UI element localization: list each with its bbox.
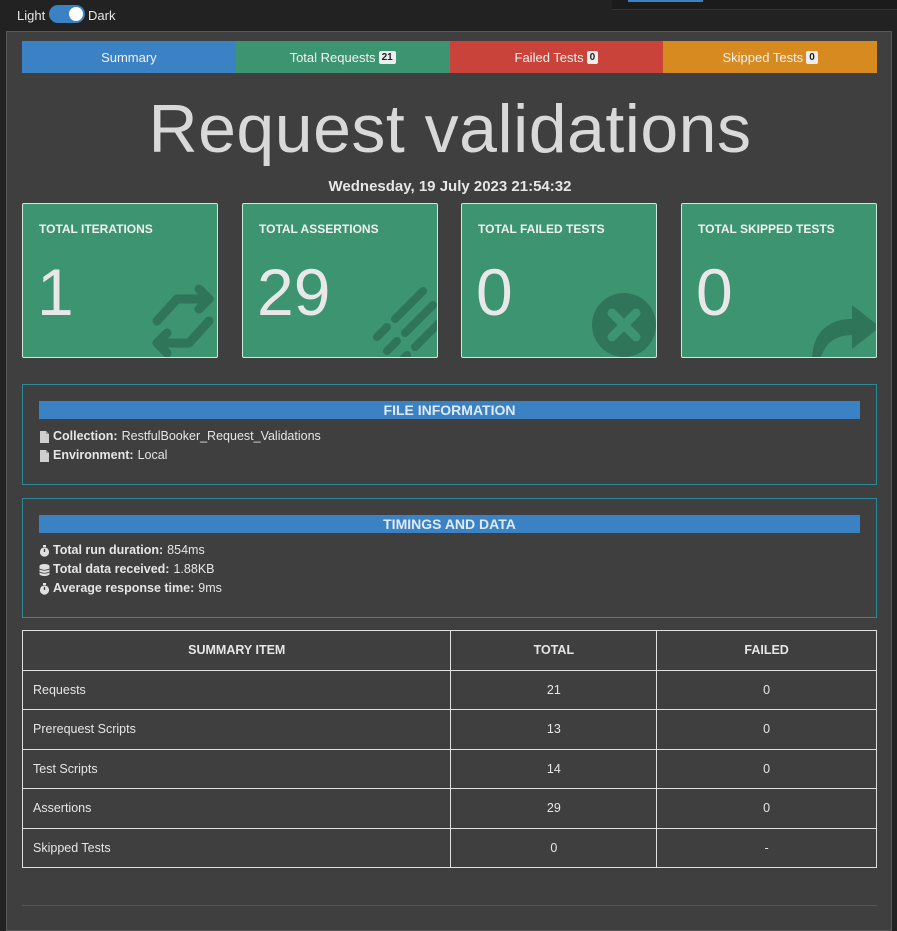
table-row: Requests 21 0 (21, 669, 877, 710)
refresh-icon (152, 284, 214, 357)
card-total-skipped-tests: TOTAL SKIPPED TESTS 0 (681, 203, 877, 358)
database-icon (39, 563, 50, 576)
nav-strip (612, 0, 897, 10)
times-circle-icon (592, 293, 656, 357)
row-item: Requests (21, 669, 452, 710)
collection-label: Collection: (53, 429, 118, 443)
row-item: Prerequest Scripts (21, 709, 452, 750)
tab-summary-label: Summary (101, 49, 157, 65)
card-total-assertions: TOTAL ASSERTIONS 29 (242, 203, 438, 358)
page-title: Request validations (148, 91, 752, 167)
row-item: Test Scripts (21, 748, 452, 789)
tab-summary[interactable]: Summary (22, 41, 236, 73)
collection-value: RestfulBooker_Request_Validations (121, 429, 321, 443)
avg-response-row: Average response time: 9ms (39, 579, 876, 598)
card-total-iterations: TOTAL ITERATIONS 1 (22, 203, 218, 358)
stopwatch-icon (39, 582, 50, 595)
row-total: 21 (450, 669, 658, 710)
timings-heading: TIMINGS AND DATA (39, 515, 860, 533)
total-header: TOTAL (450, 630, 658, 671)
list-check-icon (373, 287, 437, 357)
data-received-label: Total data received: (53, 562, 170, 576)
top-bar: Light Dark (0, 0, 897, 30)
table-row: Skipped Tests 0 - (21, 827, 877, 868)
table-row: Test Scripts 14 0 (21, 748, 877, 789)
avg-response-value: 9ms (198, 581, 222, 595)
row-item: Assertions (21, 788, 452, 829)
row-total: 0 (450, 827, 658, 868)
tab-total-requests[interactable]: Total Requests 21 (235, 41, 450, 73)
row-total: 29 (450, 788, 658, 829)
summary-header-row: SUMMARY ITEM TOTAL FAILED (21, 630, 877, 671)
row-failed: 0 (656, 669, 877, 710)
card-label: TOTAL ASSERTIONS (259, 222, 379, 236)
share-arrow-icon (812, 305, 876, 357)
card-value: 29 (257, 255, 331, 329)
table-row: Prerequest Scripts 13 0 (21, 709, 877, 750)
file-icon (40, 449, 49, 462)
row-failed: 0 (656, 709, 877, 750)
row-total: 13 (450, 709, 658, 750)
card-value: 0 (476, 255, 513, 329)
toggle-knob (69, 7, 83, 21)
tab-skipped-tests[interactable]: Skipped Tests 0 (663, 41, 877, 73)
tab-bar: Summary Total Requests 21 Failed Tests 0… (22, 41, 877, 73)
report-panel: Summary Total Requests 21 Failed Tests 0… (6, 31, 892, 931)
duration-row: Total run duration: 854ms (39, 541, 876, 560)
card-total-failed-tests: TOTAL FAILED TESTS 0 (461, 203, 657, 358)
card-label: TOTAL FAILED TESTS (478, 222, 605, 236)
tab-failed-tests[interactable]: Failed Tests 0 (449, 41, 664, 73)
theme-dark-label: Dark (88, 8, 116, 23)
table-row: Assertions 29 0 (21, 788, 877, 829)
card-value: 1 (37, 255, 74, 329)
nav-active-segment (628, 0, 703, 2)
tab-total-requests-label: Total Requests (289, 49, 376, 65)
environment-value: Local (137, 448, 168, 462)
duration-label: Total run duration: (53, 543, 164, 557)
collection-row: Collection: RestfulBooker_Request_Valida… (39, 427, 876, 446)
environment-label: Environment: (53, 448, 134, 462)
failed-header: FAILED (656, 630, 877, 671)
card-label: TOTAL ITERATIONS (39, 222, 153, 236)
row-failed: 0 (656, 788, 877, 829)
report-date: Wednesday, 19 July 2023 21:54:32 (328, 178, 572, 195)
row-item: Skipped Tests (21, 827, 452, 868)
total-requests-badge: 21 (378, 50, 396, 64)
environment-row: Environment: Local (39, 446, 876, 465)
data-received-value: 1.88KB (173, 562, 215, 576)
data-received-row: Total data received: 1.88KB (39, 560, 876, 579)
timings-and-data-box: TIMINGS AND DATA Total run duration: 854… (22, 498, 877, 618)
theme-light-label: Light (17, 8, 46, 23)
tab-skipped-tests-label: Skipped Tests (722, 49, 804, 65)
file-information-box: FILE INFORMATION Collection: RestfulBook… (22, 384, 877, 485)
file-icon (40, 430, 49, 443)
row-failed: 0 (656, 748, 877, 789)
summary-item-header: SUMMARY ITEM (21, 630, 452, 671)
card-value: 0 (696, 255, 733, 329)
avg-response-label: Average response time: (53, 581, 195, 595)
tab-failed-tests-label: Failed Tests (514, 49, 584, 65)
card-label: TOTAL SKIPPED TESTS (698, 222, 835, 236)
summary-table: SUMMARY ITEM TOTAL FAILED Requests 21 0 … (21, 630, 877, 868)
duration-value: 854ms (167, 543, 205, 557)
row-total: 14 (450, 748, 658, 789)
skipped-tests-badge: 0 (806, 50, 818, 64)
divider (22, 905, 877, 906)
file-information-heading: FILE INFORMATION (39, 401, 860, 419)
row-failed: - (656, 827, 877, 868)
failed-tests-badge: 0 (586, 50, 599, 64)
theme-toggle[interactable] (49, 5, 85, 23)
stopwatch-icon (39, 544, 50, 557)
